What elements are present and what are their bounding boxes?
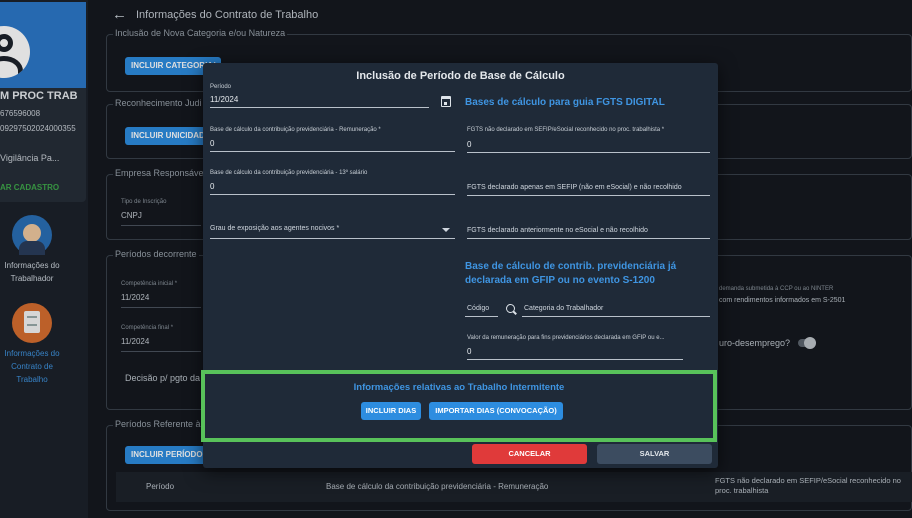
save-button[interactable]: SALVAR bbox=[597, 444, 712, 464]
include-days-button[interactable]: INCLUIR DIAS bbox=[361, 402, 421, 420]
field-underline bbox=[522, 316, 710, 317]
thirteenth-base-label: Base de cálculo da contribuição previden… bbox=[210, 170, 368, 176]
field-underline bbox=[467, 195, 710, 196]
remuneration-base-label: Base de cálculo da contribuição previden… bbox=[210, 127, 381, 133]
exposure-degree-select[interactable]: Grau de exposição aos agentes nocivos * bbox=[210, 225, 339, 232]
field-underline bbox=[210, 238, 455, 239]
code-input[interactable]: Código bbox=[467, 305, 489, 312]
search-icon[interactable] bbox=[506, 304, 515, 313]
field-underline bbox=[210, 151, 455, 152]
gfip-remuneration-input[interactable]: 0 bbox=[467, 347, 471, 356]
worker-category-input[interactable]: Categoria do Trabalhador bbox=[524, 305, 603, 312]
fgts-undeclared-label: FGTS não declarado em SEFIP/eSocial reco… bbox=[467, 127, 665, 133]
fgts-digital-heading: Bases de cálculo para guia FGTS DIGITAL bbox=[465, 97, 665, 108]
intermittent-work-title: Informações relativas ao Trabalho Interm… bbox=[353, 382, 565, 393]
field-underline bbox=[465, 316, 498, 317]
calendar-icon[interactable] bbox=[441, 96, 451, 107]
remuneration-base-input[interactable]: 0 bbox=[210, 139, 214, 148]
app-root: M PROC TRAB 676596008 09297502024000355 … bbox=[0, 0, 912, 518]
calendar-dot bbox=[444, 102, 447, 105]
intermittent-work-section: Informações relativas ao Trabalho Interm… bbox=[201, 370, 717, 442]
field-underline bbox=[467, 359, 683, 360]
field-underline bbox=[210, 194, 455, 195]
fgts-undeclared-input[interactable]: 0 bbox=[467, 140, 471, 149]
gfip-remuneration-label: Valor da remuneração para fins previdenc… bbox=[467, 335, 665, 341]
field-underline bbox=[467, 152, 710, 153]
period-label: Período bbox=[210, 84, 232, 90]
gfip-heading: Base de cálculo de contrib. previdenciár… bbox=[465, 261, 677, 286]
import-days-button[interactable]: IMPORTAR DIAS (CONVOCAÇÃO) bbox=[429, 402, 563, 420]
cancel-button[interactable]: CANCELAR bbox=[472, 444, 587, 464]
fgts-esocial-input[interactable]: FGTS declarado anteriormente no eSocial … bbox=[467, 227, 648, 234]
fgts-sefip-only-input[interactable]: FGTS declarado apenas em SEFIP (não em e… bbox=[467, 184, 682, 191]
field-underline bbox=[467, 238, 710, 239]
dialog-title: Inclusão de Período de Base de Cálculo bbox=[356, 70, 565, 82]
thirteenth-base-input[interactable]: 0 bbox=[210, 182, 214, 191]
chevron-down-icon[interactable] bbox=[442, 228, 450, 232]
period-input[interactable]: 11/2024 bbox=[210, 95, 238, 104]
field-underline bbox=[210, 107, 429, 108]
